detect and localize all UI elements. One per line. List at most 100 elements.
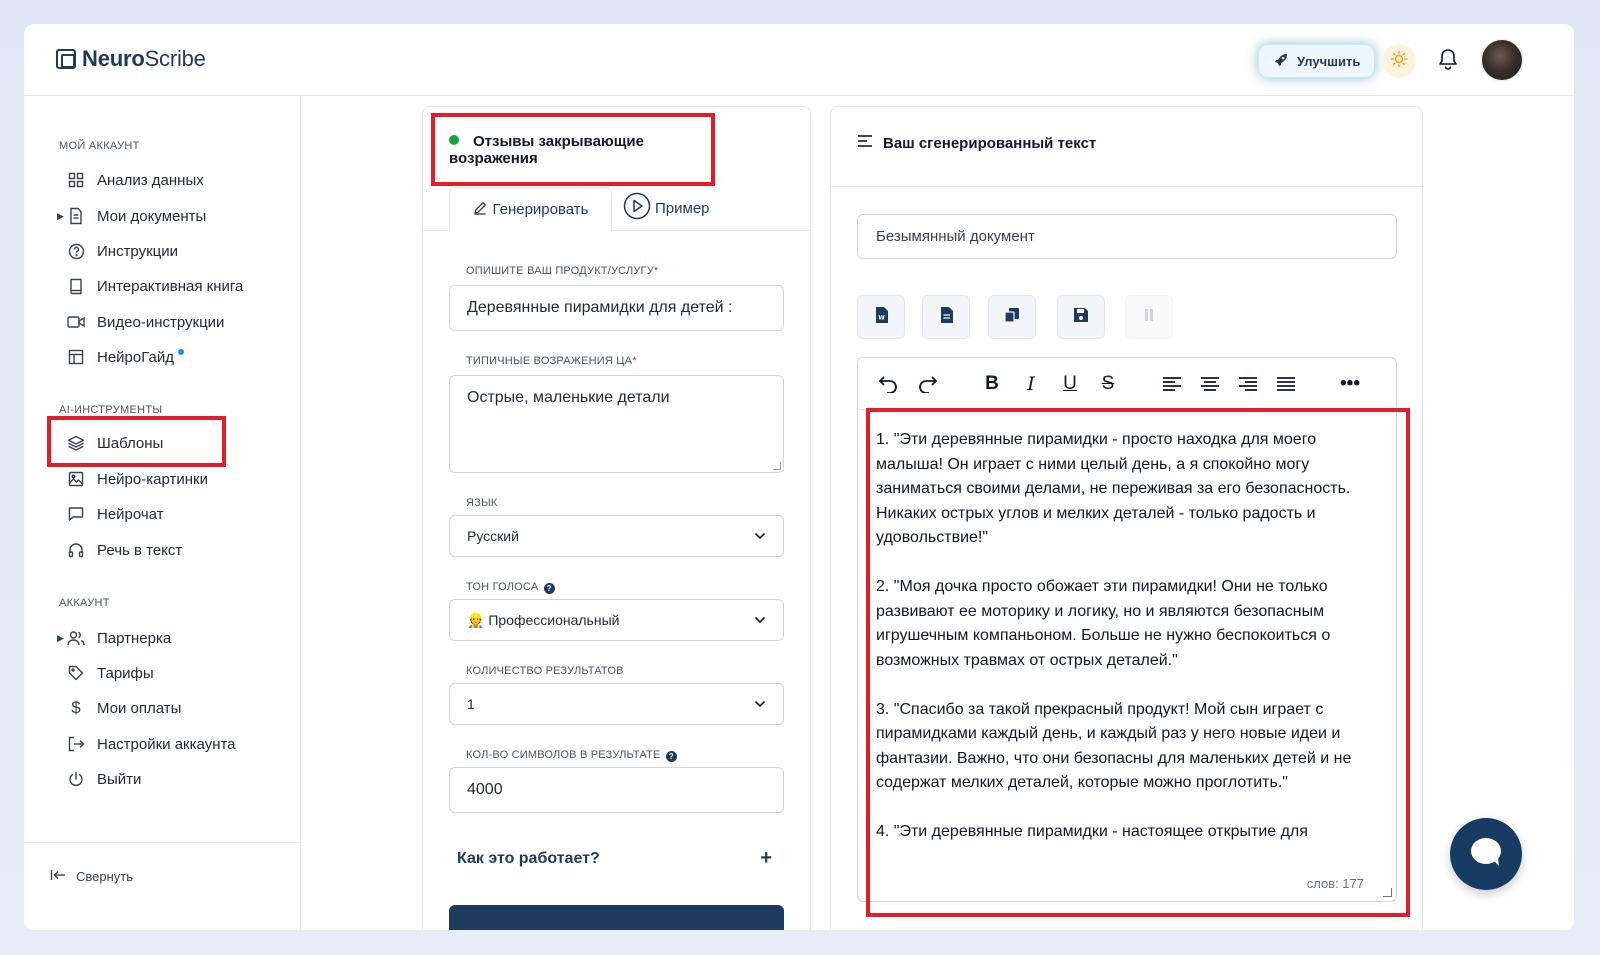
sidebar-item-instructions[interactable]: Инструкции: [67, 238, 178, 264]
results-count-select[interactable]: 1: [449, 683, 784, 725]
strikethrough-icon[interactable]: S: [1096, 372, 1120, 396]
chars-count-label: КОЛ-ВО СИМВОЛОВ В РЕЗУЛЬТАТЕ ?: [466, 749, 677, 762]
undo-icon[interactable]: [876, 372, 900, 396]
logo-icon: [56, 49, 76, 69]
grid-icon: [67, 171, 85, 189]
underline-icon[interactable]: U: [1058, 372, 1082, 396]
template-form-panel: Отзывы закрывающие возражения Генерирова…: [422, 106, 811, 930]
results-count-label: КОЛИЧЕСТВО РЕЗУЛЬТАТОВ: [466, 665, 624, 677]
sidebar-item-my-payments[interactable]: $ Мои оплаты: [67, 695, 181, 721]
top-header: NeuroScribe Улучшить: [24, 24, 1574, 96]
power-icon: [67, 770, 85, 788]
notifications-button[interactable]: [1434, 46, 1462, 76]
book-icon: [67, 277, 85, 295]
sidebar-item-video-instructions[interactable]: Видео-инструкции: [67, 309, 224, 335]
sidebar-item-interactive-book[interactable]: Интерактивная книга: [67, 273, 243, 299]
logo-text-rest: Scribe: [144, 46, 206, 71]
sidebar-item-data-analysis[interactable]: Анализ данных: [67, 167, 204, 193]
objections-textarea[interactable]: Острые, маленькие детали: [449, 375, 784, 473]
product-input[interactable]: Деревянные пирамидки для детей :: [449, 285, 784, 331]
sidebar-item-logout[interactable]: Выйти: [67, 766, 141, 792]
sun-icon: [1390, 50, 1408, 73]
objections-label: ТИПИЧНЫЕ ВОЗРАЖЕНИЯ ЦА*: [466, 355, 637, 367]
tone-select[interactable]: 👷 Профессиональный: [449, 599, 784, 641]
tab-generate[interactable]: Генерировать: [449, 187, 612, 232]
bold-icon[interactable]: B: [980, 372, 1004, 396]
align-left-icon[interactable]: [1160, 372, 1184, 396]
sidebar-item-label: Инструкции: [97, 242, 179, 260]
sidebar-item-label: Мои документы: [97, 207, 207, 225]
headphones-icon: [67, 541, 85, 559]
resize-grip-icon[interactable]: [773, 462, 781, 470]
how-it-works-toggle[interactable]: Как это работает? +: [457, 847, 772, 870]
sidebar-item-label: Мои оплаты: [97, 699, 182, 717]
svg-text:W: W: [878, 314, 885, 321]
language-label: ЯЗЫК: [466, 497, 498, 509]
tab-example-label: Пример: [655, 199, 710, 217]
sidebar-item-templates[interactable]: Шаблоны: [67, 430, 163, 456]
save-button[interactable]: [1057, 295, 1105, 339]
sidebar-item-label: Тарифы: [97, 664, 154, 682]
section-title-my-account: МОЙ АККАУНТ: [59, 140, 140, 152]
theme-toggle-button[interactable]: [1382, 44, 1416, 78]
sidebar-item-label: Видео-инструкции: [97, 313, 225, 331]
sidebar-item-tariffs[interactable]: Тарифы: [67, 660, 154, 686]
export-word-button[interactable]: W: [857, 295, 905, 339]
tab-example[interactable]: Пример: [623, 192, 710, 224]
plus-icon: +: [760, 847, 772, 869]
chars-count-input[interactable]: 4000: [449, 767, 784, 813]
output-title: Ваш сгенерированный текст: [857, 134, 1096, 152]
sidebar-item-speech-to-text[interactable]: Речь в текст: [67, 537, 182, 563]
italic-icon[interactable]: I: [1019, 372, 1043, 396]
question-circle-icon: [67, 242, 85, 260]
chevron-down-icon: [754, 697, 766, 711]
sidebar-item-partners[interactable]: Партнерка: [67, 625, 171, 651]
sidebar-item-label: Речь в текст: [97, 541, 183, 559]
user-avatar[interactable]: [1480, 38, 1524, 82]
sidebar-item-neurochat[interactable]: Нейрочат: [67, 501, 164, 527]
align-justify-icon[interactable]: [1274, 372, 1298, 396]
document-icon: [67, 207, 85, 225]
help-icon[interactable]: ?: [665, 751, 677, 762]
collapse-sidebar-button[interactable]: Свернуть: [50, 869, 133, 884]
upgrade-button[interactable]: Улучшить: [1258, 44, 1376, 78]
pause-button[interactable]: [1125, 295, 1173, 339]
pause-icon: [1143, 308, 1155, 327]
text-align-icon: [857, 134, 873, 152]
sidebar-item-neuro-images[interactable]: Нейро-картинки: [67, 466, 208, 492]
document-name-input[interactable]: Безымянный документ: [857, 214, 1397, 259]
sidebar: МОЙ АККАУНТ Анализ данных ▶ Мои документ…: [24, 96, 301, 930]
sidebar-item-label: Нейрочат: [97, 505, 164, 523]
output-panel: Ваш сгенерированный текст Безымянный док…: [830, 106, 1423, 930]
redo-icon[interactable]: [916, 372, 940, 396]
sidebar-item-neuroguide[interactable]: НейроГайд: [67, 344, 184, 370]
section-title-ai-tools: AI-ИНСТРУМЕНТЫ: [59, 404, 163, 416]
chat-support-button[interactable]: [1450, 818, 1522, 890]
help-icon[interactable]: ?: [543, 583, 555, 594]
logo[interactable]: NeuroScribe: [56, 46, 206, 72]
sidebar-item-my-documents[interactable]: Мои документы: [67, 203, 206, 229]
export-file-button[interactable]: [922, 295, 970, 339]
highlight-box-generated-text: [866, 408, 1410, 917]
align-right-icon[interactable]: [1236, 372, 1260, 396]
how-it-works-label: Как это работает?: [457, 849, 600, 867]
users-icon: [67, 629, 85, 647]
language-select[interactable]: Русский: [449, 515, 784, 557]
more-options-icon[interactable]: •••: [1338, 372, 1362, 396]
section-title-account: АККАУНТ: [59, 597, 110, 609]
new-indicator-dot: [178, 349, 184, 355]
generate-submit-button[interactable]: [449, 905, 784, 930]
rocket-icon: [1273, 52, 1289, 71]
output-header: Ваш сгенерированный текст: [831, 107, 1422, 187]
sidebar-item-account-settings[interactable]: Настройки аккаунта: [67, 731, 236, 757]
align-center-icon[interactable]: [1198, 372, 1222, 396]
sidebar-item-label: Анализ данных: [97, 171, 204, 189]
tab-generate-label: Генерировать: [492, 201, 589, 218]
copy-button[interactable]: [988, 295, 1036, 339]
expand-caret-icon[interactable]: ▶: [57, 211, 64, 222]
status-dot: [449, 135, 459, 145]
word-file-icon: W: [875, 306, 888, 328]
expand-caret-icon[interactable]: ▶: [57, 633, 64, 644]
file-icon: [940, 306, 953, 328]
save-icon: [1073, 307, 1089, 328]
